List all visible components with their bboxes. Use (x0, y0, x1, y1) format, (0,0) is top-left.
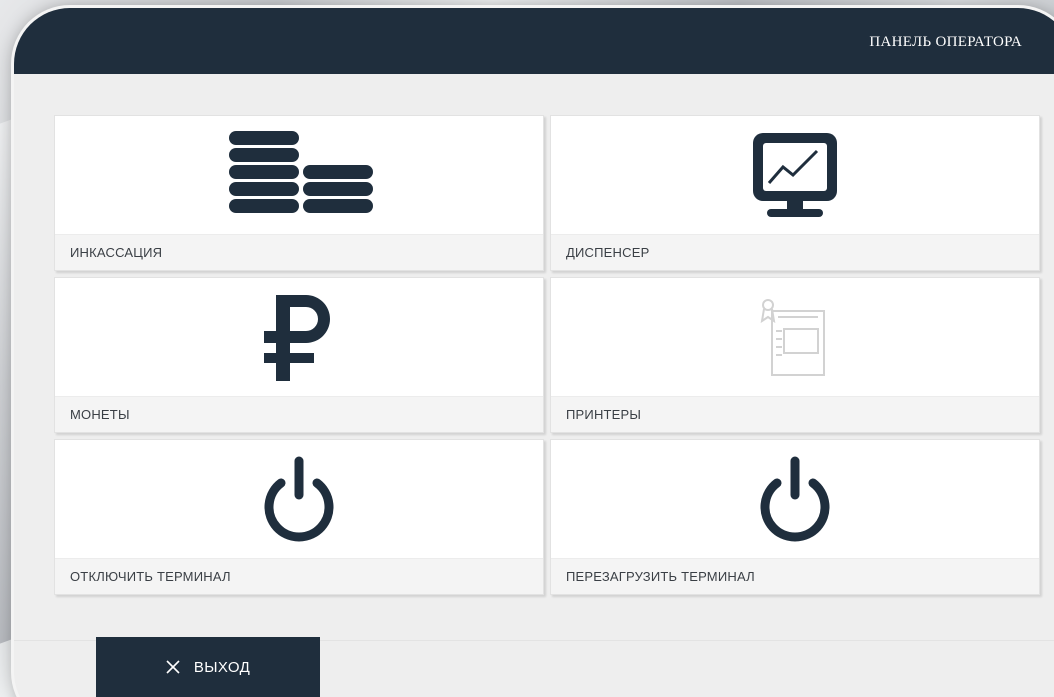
monitor-chart-icon (753, 133, 837, 217)
coins-icon (229, 131, 373, 213)
power-icon (760, 456, 830, 542)
header-bar: ПАНЕЛЬ ОПЕРАТОРА (14, 8, 1054, 74)
printer-icon (760, 299, 825, 376)
ruble-icon (264, 295, 330, 381)
power-icon (264, 456, 334, 542)
tile-shutdown[interactable]: ОТКЛЮЧИТЬ ТЕРМИНАЛ (54, 439, 544, 595)
page-title: ПАНЕЛЬ ОПЕРАТОРА (869, 34, 1022, 50)
tile-label: ИНКАССАЦИЯ (55, 234, 543, 270)
tile-label: ДИСПЕНСЕР (551, 234, 1039, 270)
tile-label: ОТКЛЮЧИТЬ ТЕРМИНАЛ (55, 558, 543, 594)
tile-restart[interactable]: ПЕРЕЗАГРУЗИТЬ ТЕРМИНАЛ (550, 439, 1040, 595)
tile-label: МОНЕТЫ (55, 396, 543, 432)
tile-coins[interactable]: МОНЕТЫ (54, 277, 544, 433)
operator-screen: ПАНЕЛЬ ОПЕРАТОРА ИНКАССАЦИЯ ДИСПЕНСЕР МО… (14, 8, 1054, 697)
tile-printers[interactable]: ПРИНТЕРЫ (550, 277, 1040, 433)
close-icon (166, 660, 180, 674)
tile-label: ПЕРЕЗАГРУЗИТЬ ТЕРМИНАЛ (551, 558, 1039, 594)
tile-dispenser[interactable]: ДИСПЕНСЕР (550, 115, 1040, 271)
exit-button-label: ВЫХОД (193, 658, 251, 676)
tile-collection[interactable]: ИНКАССАЦИЯ (54, 115, 544, 271)
exit-button[interactable]: ВЫХОД (96, 637, 320, 697)
tile-label: ПРИНТЕРЫ (551, 396, 1039, 432)
